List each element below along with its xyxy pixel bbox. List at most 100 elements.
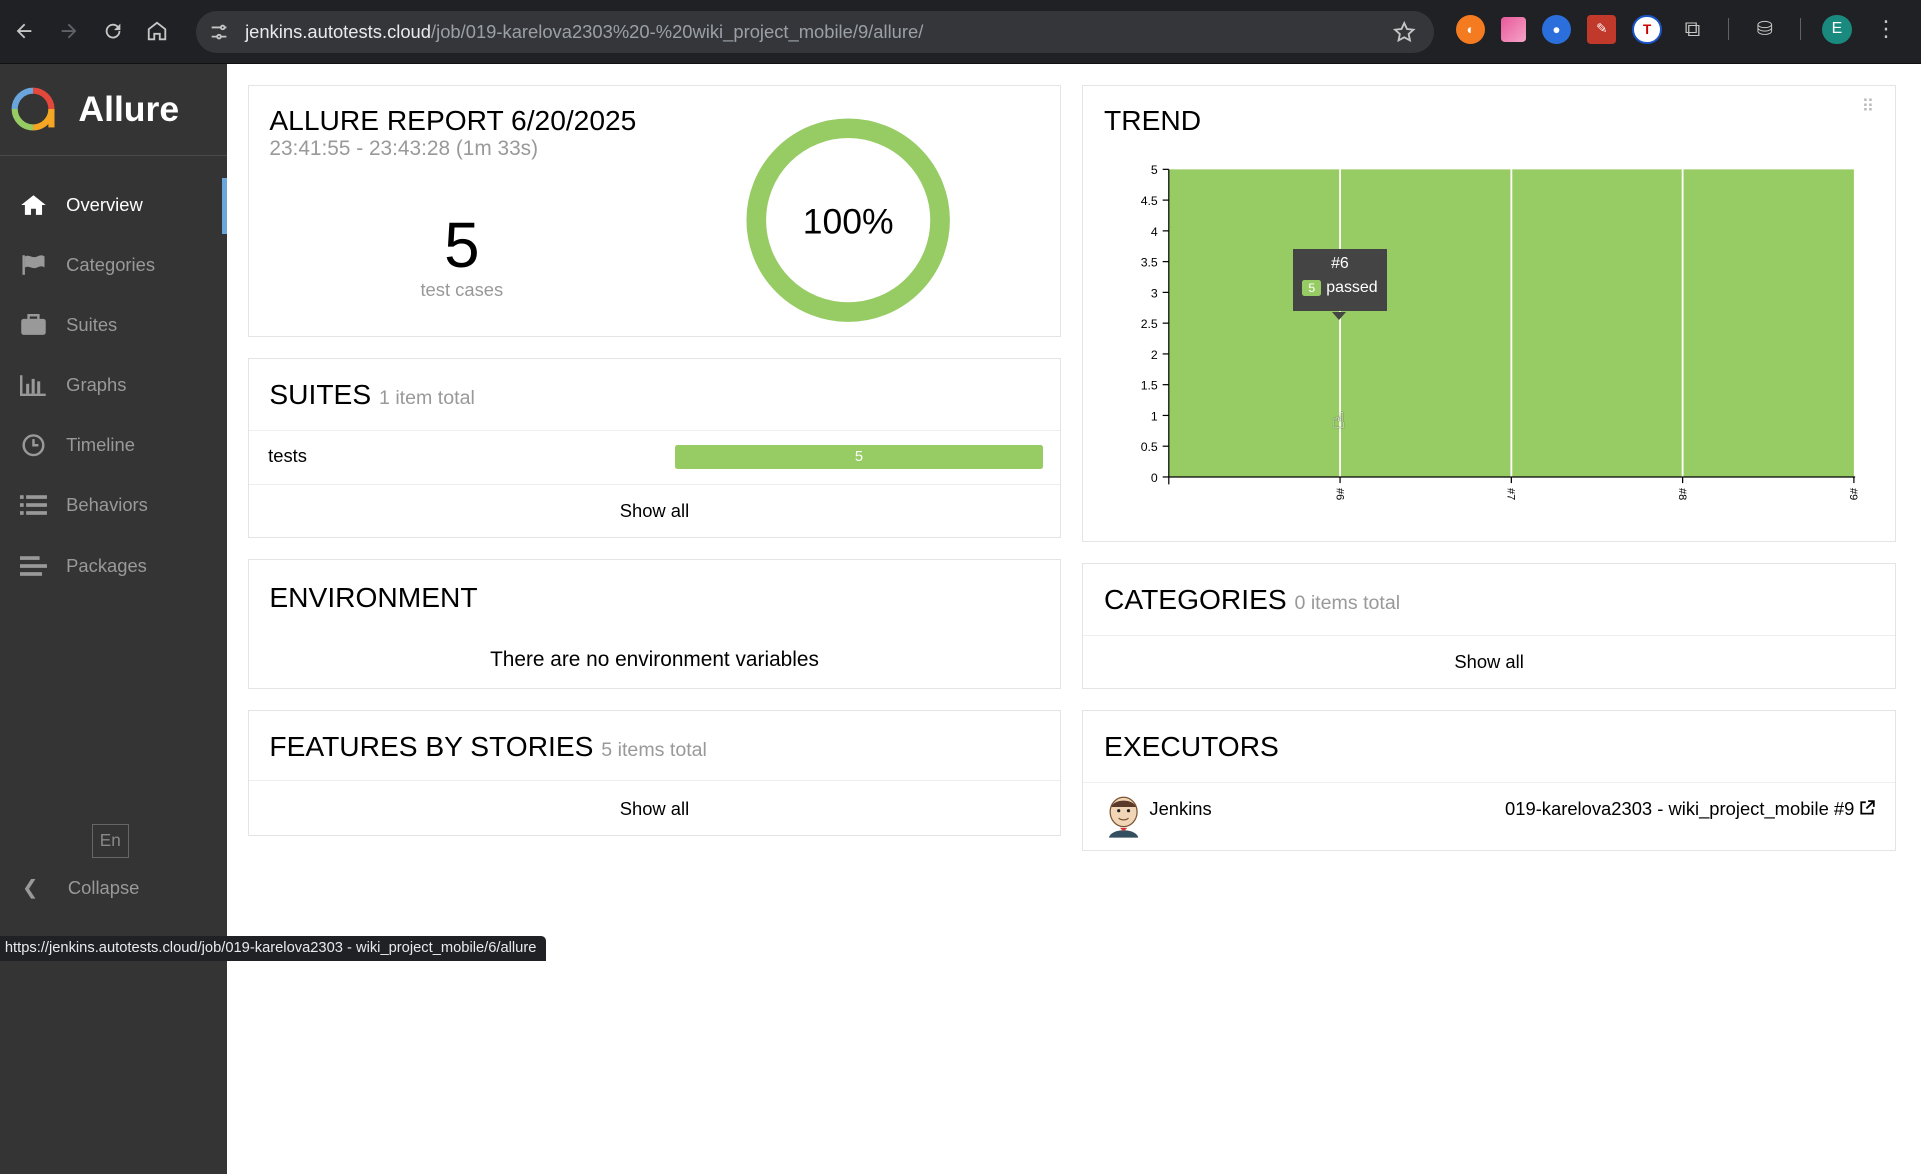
y-tick-label: 3.5 — [1141, 255, 1158, 269]
list-icon — [18, 493, 47, 518]
sidebar-item-behaviors[interactable]: Behaviors — [0, 475, 227, 535]
arrow-right-icon — [61, 24, 76, 39]
briefcase-icon — [18, 313, 47, 338]
sidebar-item-label: Graphs — [66, 374, 127, 396]
features-subtitle: 5 items total — [601, 739, 707, 762]
bookmark-star-icon[interactable] — [1392, 20, 1417, 45]
toolbar-separator — [1800, 18, 1802, 41]
url-path: /job/019-karelova2303%20-%20wiki_project… — [431, 20, 924, 42]
categories-title-text: CATEGORIES — [1104, 583, 1287, 616]
features-show-all-button[interactable]: Show all — [249, 798, 1061, 820]
browser-toolbar: jenkins.autotests.cloud/job/019-karelova… — [0, 0, 1921, 64]
language-switch[interactable]: En — [91, 823, 129, 858]
suites-title-text: SUITES — [269, 378, 372, 411]
sidebar-nav: Overview Categories Suites Graphs Timeli… — [0, 175, 227, 595]
extensions-area: ◐ ● ✎ T ⧉ ⛁ E ⋮ — [1456, 14, 1897, 45]
brand-name: Allure — [78, 88, 180, 129]
y-tick-label: 4.5 — [1141, 194, 1158, 208]
clock-icon — [18, 433, 47, 458]
report-time-range: 23:41:55 - 23:43:28 (1m 33s) — [269, 137, 539, 161]
y-tick-label: 5 — [1151, 163, 1158, 177]
sidebar-item-suites[interactable]: Suites — [0, 295, 227, 355]
home-button[interactable] — [137, 12, 176, 51]
hand-cursor-icon: ☝ — [1331, 407, 1346, 433]
divider — [248, 780, 1061, 782]
categories-subtitle: 0 items total — [1294, 592, 1401, 615]
more-menu-icon[interactable]: ⋮ — [1875, 16, 1897, 42]
x-tick-label: #8 — [1676, 488, 1688, 500]
suites-title: SUITES 1 item total — [269, 378, 474, 411]
url-text: jenkins.autotests.cloud/job/019-karelova… — [245, 21, 923, 43]
suite-row[interactable]: tests 5 — [249, 430, 1061, 484]
y-tick-label: 1.5 — [1141, 378, 1158, 392]
extension-1-icon[interactable]: ◐ — [1456, 14, 1486, 45]
trend-widget: TREND ⠿ #6 #7 #8 #9 0 0.5 1 1.5 2 2.5 3 3.5 4 4.5 5 #6… — [1082, 84, 1896, 542]
sidebar-item-graphs[interactable]: Graphs — [0, 355, 227, 415]
extension-2-icon[interactable] — [1501, 17, 1526, 42]
profile-avatar[interactable]: E — [1822, 14, 1852, 45]
home-icon — [18, 193, 47, 218]
collapse-button[interactable]: ❮ Collapse — [22, 876, 139, 900]
brand[interactable]: Allure — [0, 64, 227, 156]
y-tick-label: 1 — [1151, 409, 1158, 423]
tooltip-status-row: 5 passed — [1293, 279, 1387, 297]
y-tick-label: 0 — [1151, 470, 1158, 484]
features-title: FEATURES BY STORIES 5 items total — [269, 730, 707, 763]
y-tick-label: 2.5 — [1141, 317, 1158, 331]
url-host: jenkins.autotests.cloud — [245, 20, 431, 42]
x-tick-label: #7 — [1505, 488, 1517, 500]
forward-button[interactable] — [49, 12, 88, 51]
address-bar[interactable]: jenkins.autotests.cloud/job/019-karelova… — [196, 11, 1434, 53]
back-button[interactable] — [5, 12, 44, 51]
sidebar-item-packages[interactable]: Packages — [0, 536, 227, 596]
tooltip-arrow — [1331, 311, 1346, 320]
allure-logo-icon — [11, 87, 55, 131]
pass-percent: 100% — [802, 202, 893, 242]
suites-widget: SUITES 1 item total tests 5 Show all — [247, 357, 1062, 539]
suite-passed-bar: 5 — [675, 444, 1043, 470]
extension-3-icon[interactable]: ● — [1541, 14, 1572, 45]
sidebar-item-label: Categories — [66, 254, 156, 276]
summary-widget: ALLURE REPORT 6/20/2025 23:41:55 - 23:43… — [247, 84, 1062, 338]
sidebar: Allure Overview Categories Suites Graphs… — [0, 63, 227, 1174]
executors-widget: EXECUTORS Jenkins 019-karelova2303 - wik… — [1082, 709, 1896, 851]
y-tick-label: 3 — [1151, 286, 1158, 300]
incognito-icon[interactable]: ⛁ — [1750, 15, 1779, 44]
jenkins-avatar-icon — [1108, 797, 1139, 839]
x-tick-label: #9 — [1847, 488, 1859, 500]
suites-subtitle: 1 item total — [378, 387, 475, 410]
environment-title: ENVIRONMENT — [269, 580, 478, 613]
arrow-left-icon — [17, 24, 32, 39]
executor-build-link[interactable]: 019-karelova2303 - wiki_project_mobile #… — [1505, 797, 1876, 820]
y-tick-label: 4 — [1151, 224, 1158, 238]
test-count: 5 — [444, 209, 480, 282]
sidebar-item-label: Suites — [66, 314, 118, 336]
extensions-puzzle-icon[interactable]: ⧉ — [1678, 15, 1707, 44]
executor-name: Jenkins — [1149, 797, 1212, 819]
link-status-bar: https://jenkins.autotests.cloud/job/019-… — [0, 936, 547, 961]
executors-title: EXECUTORS — [1104, 730, 1279, 763]
y-tick-label: 2 — [1151, 347, 1158, 361]
trend-chart: #6 #7 #8 #9 0 0.5 1 1.5 2 2.5 3 3.5 4 4.5 5 — [1141, 163, 1859, 500]
sidebar-item-label: Timeline — [66, 434, 135, 456]
sidebar-item-timeline[interactable]: Timeline — [0, 415, 227, 475]
pass-rate-donut: 100% — [746, 118, 950, 323]
tooltip-build: #6 — [1331, 254, 1349, 272]
home-icon — [147, 21, 167, 41]
features-widget: FEATURES BY STORIES 5 items total Show a… — [247, 709, 1062, 836]
toolbar-separator — [1727, 18, 1730, 41]
categories-show-all-button[interactable]: Show all — [1083, 651, 1895, 673]
extension-4-icon[interactable]: ✎ — [1587, 14, 1617, 45]
extension-5-icon[interactable]: T — [1632, 14, 1662, 45]
site-info-icon[interactable] — [208, 21, 230, 43]
environment-empty-text: There are no environment variables — [490, 648, 819, 672]
suites-show-all-button[interactable]: Show all — [249, 500, 1061, 522]
executor-build-text: 019-karelova2303 - wiki_project_mobile #… — [1505, 797, 1855, 819]
sidebar-item-categories[interactable]: Categories — [0, 235, 227, 295]
report-title: ALLURE REPORT 6/20/2025 — [269, 103, 637, 136]
sidebar-item-overview[interactable]: Overview — [0, 175, 227, 235]
reload-button[interactable] — [93, 12, 132, 51]
divider — [1083, 634, 1895, 636]
chevron-left-icon: ❮ — [22, 877, 39, 900]
reload-icon — [105, 24, 121, 39]
